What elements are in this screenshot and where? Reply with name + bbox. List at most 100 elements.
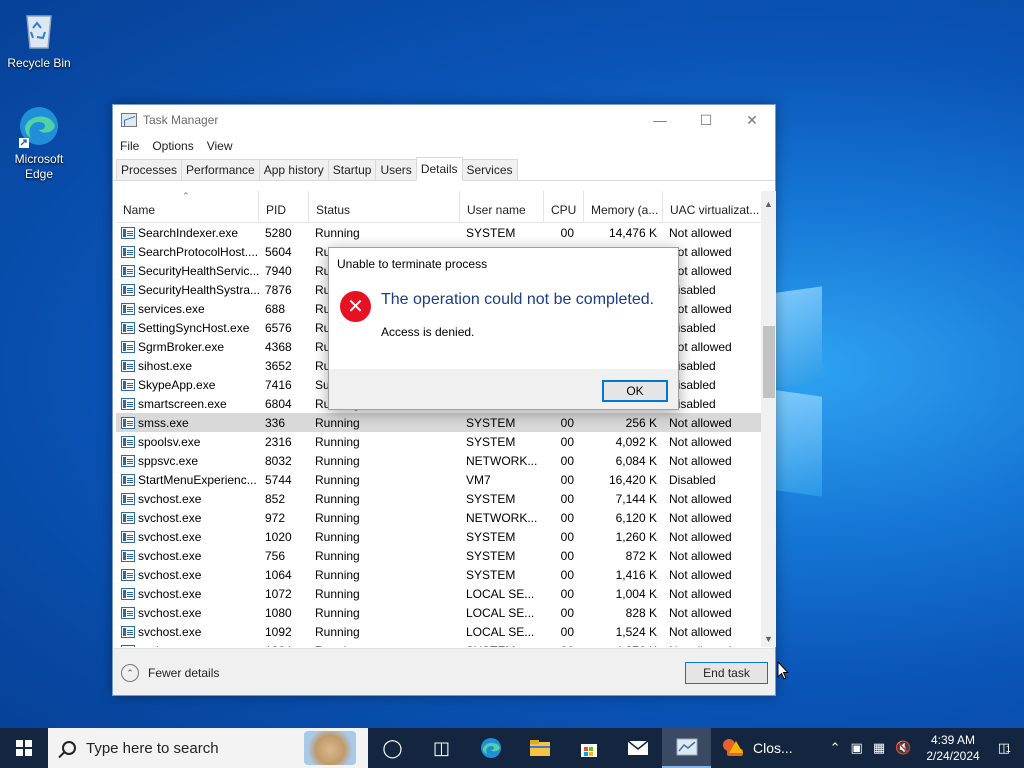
taskbar-search-box[interactable]: Type here to search xyxy=(48,728,368,768)
process-icon xyxy=(121,511,135,524)
error-icon: ✕ xyxy=(340,291,371,322)
start-button[interactable] xyxy=(0,728,48,768)
notification-center-icon[interactable]: ◫ 1 xyxy=(990,740,1024,756)
store-icon[interactable] xyxy=(564,728,613,768)
memory-cell: 1,524 K xyxy=(615,624,657,639)
tab-performance[interactable]: Performance xyxy=(181,159,260,180)
volume-muted-icon[interactable]: 🔇 xyxy=(890,740,916,756)
title-bar[interactable]: Task Manager — ☐ ✕ xyxy=(113,105,775,135)
table-row[interactable]: svchost.exe 756 Running SYSTEM 00 872 K Not al… xyxy=(116,546,761,565)
show-hidden-icons-chevron-icon[interactable]: ⌃ xyxy=(825,740,846,756)
pid-cell: 1020 xyxy=(265,529,292,544)
col-header-user-name[interactable]: User name xyxy=(460,191,544,222)
process-name: SecurityHealthSystra... xyxy=(138,282,259,297)
notification-count: 1 xyxy=(1005,744,1011,754)
end-task-button[interactable]: End task xyxy=(685,662,768,684)
tab-details[interactable]: Details xyxy=(415,157,463,181)
menu-view[interactable]: View xyxy=(207,139,233,153)
table-row[interactable]: SearchIndexer.exe 5280 Running SYSTEM 00 14,4… xyxy=(116,223,761,242)
table-row[interactable]: svchost.exe 1080 Running LOCAL SE... 00 828 K… xyxy=(116,603,761,622)
process-icon xyxy=(121,568,135,581)
windows-logo-wallpaper xyxy=(770,286,830,510)
table-row[interactable]: svchost.exe 1072 Running LOCAL SE... 00 1,004… xyxy=(116,584,761,603)
vertical-scrollbar[interactable]: ▲ ▼ xyxy=(761,191,776,647)
desktop-icon-recycle-bin[interactable]: Recycle Bin xyxy=(4,8,74,70)
windows-start-icon xyxy=(16,740,32,756)
close-button[interactable]: ✕ xyxy=(729,105,775,135)
dialog-main-instruction: The operation could not be completed. xyxy=(381,291,655,308)
col-header-memory[interactable]: Memory (a... xyxy=(584,191,663,222)
uac-cell: Not allowed xyxy=(669,529,732,544)
tab-app-history[interactable]: App history xyxy=(258,159,329,180)
process-icon xyxy=(121,283,135,296)
col-header-cpu[interactable]: CPU xyxy=(544,191,584,222)
cpu-cell: 00 xyxy=(560,605,574,620)
footer-bar: ⌃ Fewer details End task xyxy=(113,648,775,695)
menu-file[interactable]: File xyxy=(120,139,139,153)
tab-strip: Processes Performance App history Startu… xyxy=(113,157,775,181)
col-header-uac[interactable]: UAC virtualizat... xyxy=(663,191,761,222)
process-name-cell: SearchProtocolHost.... xyxy=(116,245,259,259)
pid-cell: 8032 xyxy=(265,453,292,468)
process-name-cell: smartscreen.exe xyxy=(116,397,259,411)
pid-cell: 4368 xyxy=(265,339,292,354)
cortana-icon[interactable]: ◯ xyxy=(368,728,417,768)
table-row[interactable]: sppsvc.exe 8032 Running NETWORK... 00 6,084 K… xyxy=(116,451,761,470)
table-row[interactable]: svchost.exe 1224RunningSYSTEM004,276 KNot… xyxy=(116,641,761,647)
desktop-icon-edge[interactable]: Microsoft Edge xyxy=(4,104,74,182)
status-cell: Running xyxy=(315,472,360,487)
minimize-button[interactable]: — xyxy=(637,105,683,135)
scrollbar-thumb[interactable] xyxy=(763,326,775,398)
tab-users[interactable]: Users xyxy=(375,159,417,180)
uac-cell: Not allowed xyxy=(669,548,732,563)
scroll-up-arrow-icon[interactable]: ▲ xyxy=(761,197,776,212)
process-name-cell: smss.exe xyxy=(116,416,259,430)
table-row[interactable]: svchost.exe 852 Running SYSTEM 00 7,144 K Not … xyxy=(116,489,761,508)
task-view-icon[interactable]: ◫ xyxy=(417,728,466,768)
network-icon[interactable]: ▦ xyxy=(868,740,890,756)
memory-cell: 1,004 K xyxy=(615,586,657,601)
pid-cell: 336 xyxy=(265,415,286,430)
tab-services[interactable]: Services xyxy=(461,159,518,180)
search-highlight-image xyxy=(304,731,356,765)
col-header-status[interactable]: Status xyxy=(309,191,460,222)
maximize-button[interactable]: ☐ xyxy=(683,105,729,135)
task-manager-taskbar-icon[interactable] xyxy=(662,728,711,768)
table-row[interactable]: svchost.exe 972 Running NETWORK... 00 6,120 K… xyxy=(116,508,761,527)
scroll-down-arrow-icon[interactable]: ▼ xyxy=(761,632,776,647)
table-row[interactable]: svchost.exe 1092 Running LOCAL SE... 00 1,524… xyxy=(116,622,761,641)
memory-cell: 872 K xyxy=(625,548,657,563)
status-cell: Running xyxy=(315,415,360,430)
ok-button[interactable]: OK xyxy=(602,380,668,402)
meet-now-icon[interactable]: ▣ xyxy=(846,740,868,756)
tab-startup[interactable]: Startup xyxy=(327,159,377,180)
process-name: smartscreen.exe xyxy=(138,396,227,411)
process-icon xyxy=(121,587,135,600)
mail-icon[interactable] xyxy=(613,728,662,768)
fewer-details-button[interactable]: ⌃ Fewer details xyxy=(121,664,219,682)
process-name: SecurityHealthServic... xyxy=(138,263,259,278)
uac-cell: Not allowed xyxy=(669,586,732,601)
file-explorer-icon[interactable] xyxy=(515,728,564,768)
process-name: sppsvc.exe xyxy=(138,453,199,468)
table-row[interactable]: spoolsv.exe 2316 Running SYSTEM 00 4,092 K Not… xyxy=(116,432,761,451)
clock[interactable]: 4:39 AM 2/24/2024 xyxy=(916,732,989,764)
dialog-title[interactable]: Unable to terminate process xyxy=(329,248,678,279)
mouse-cursor-icon xyxy=(777,661,789,680)
table-row[interactable]: smss.exe 336 Running SYSTEM 00 256 K Not allow… xyxy=(116,413,761,432)
edge-taskbar-icon[interactable] xyxy=(466,728,515,768)
fewer-details-label: Fewer details xyxy=(148,666,220,680)
process-name-cell: svchost.exe xyxy=(116,530,259,544)
table-row[interactable]: StartMenuExperienc... 5744 Running VM7 00 16,… xyxy=(116,470,761,489)
pid-cell: 1072 xyxy=(265,586,292,601)
table-row[interactable]: svchost.exe 1020 Running SYSTEM 00 1,260 K Not… xyxy=(116,527,761,546)
tab-processes[interactable]: Processes xyxy=(116,159,183,180)
taskbar-app-warning[interactable]: Clos... xyxy=(711,728,803,768)
col-header-pid[interactable]: PID xyxy=(259,191,309,222)
menu-options[interactable]: Options xyxy=(152,139,193,153)
table-row[interactable]: svchost.exe 1064 Running SYSTEM 00 1,416 K Not… xyxy=(116,565,761,584)
pid-cell: 688 xyxy=(265,301,286,316)
user-name-cell: SYSTEM xyxy=(466,225,516,240)
cpu-cell: 00 xyxy=(560,567,574,582)
uac-cell: Not allowed xyxy=(669,624,732,639)
